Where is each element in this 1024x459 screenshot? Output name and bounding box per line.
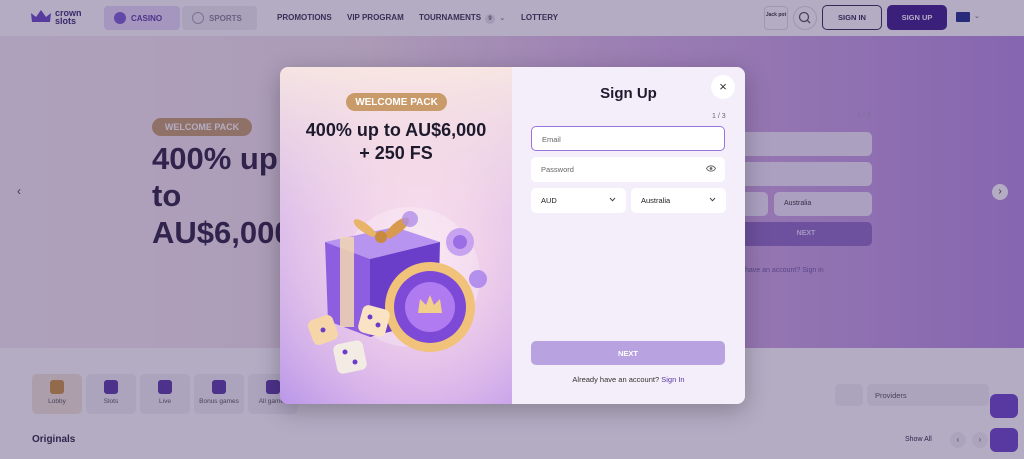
gift-chip-illustration: [308, 207, 487, 374]
password-field[interactable]: Password: [531, 157, 725, 182]
currency-value: AUD: [541, 196, 557, 205]
next-button[interactable]: NEXT: [531, 341, 725, 365]
signup-title: Sign Up: [600, 85, 657, 102]
sign-in-link[interactable]: Sign In: [661, 375, 684, 384]
chevron-down-icon: [609, 197, 616, 202]
step-indicator: 1 / 3: [712, 113, 726, 120]
already-have-account: Already have an account? Sign In: [512, 375, 745, 384]
promo-title-line1: 400% up to AU$6,000: [305, 120, 487, 140]
signup-form-panel: × Sign Up 1 / 3 Email Password AUD Austr…: [512, 67, 745, 404]
chevron-down-icon: [709, 197, 716, 202]
promo-welcome-pill: WELCOME PACK: [346, 93, 447, 111]
country-select[interactable]: Australia: [631, 188, 726, 213]
currency-select[interactable]: AUD: [531, 188, 626, 213]
promo-title: 400% up to AU$6,000 + 250 FS: [280, 119, 512, 165]
password-placeholder: Password: [541, 165, 574, 174]
already-text: Already have an account?: [572, 375, 660, 384]
email-field[interactable]: Email: [531, 126, 725, 151]
promo-panel: WELCOME PACK 400% up to AU$6,000 + 250 F…: [280, 67, 512, 404]
promo-title-line2: + 250 FS: [359, 143, 433, 163]
signup-modal: WELCOME PACK 400% up to AU$6,000 + 250 F…: [280, 67, 745, 404]
email-placeholder: Email: [542, 135, 561, 144]
eye-icon[interactable]: [706, 165, 716, 172]
country-value: Australia: [641, 196, 671, 205]
